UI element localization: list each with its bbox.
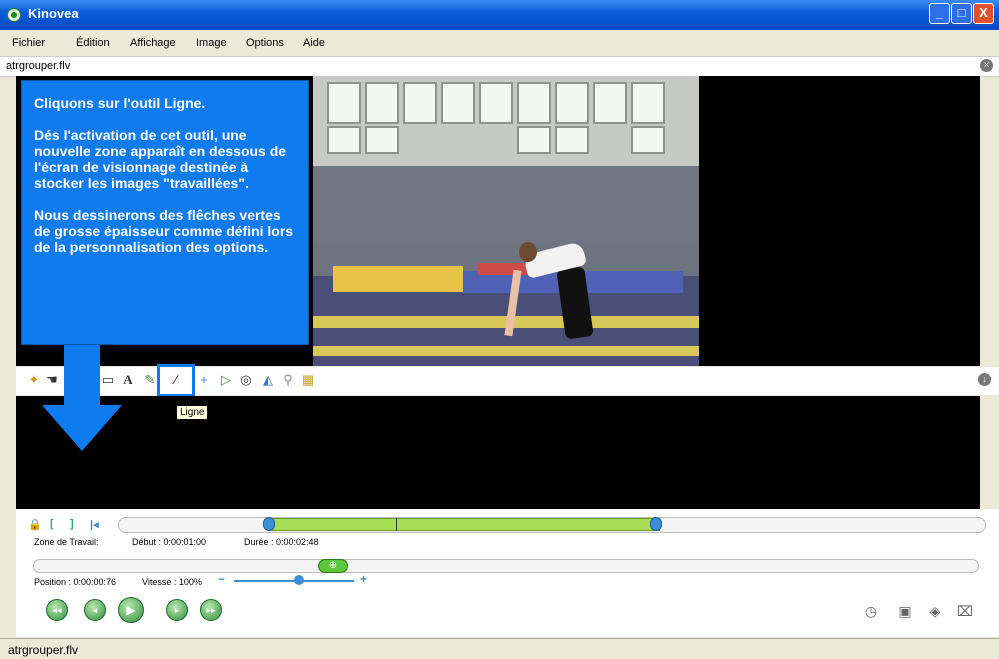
- speed-readout: Vitesse : 100%: [142, 577, 202, 587]
- key-images-panel[interactable]: [16, 396, 980, 509]
- yellow-mat: [333, 266, 463, 292]
- work-zone-cursor: [396, 518, 397, 531]
- lock-icon[interactable]: 🔒: [28, 518, 42, 531]
- work-zone-start-handle[interactable]: [263, 517, 275, 531]
- video-export-icon[interactable]: ◈: [926, 602, 944, 620]
- last-frame-icon[interactable]: ▸▸: [200, 599, 222, 621]
- close-file-icon[interactable]: ×: [980, 59, 993, 72]
- text-icon[interactable]: A: [120, 372, 136, 388]
- key-image-icon[interactable]: ✦: [26, 372, 42, 388]
- window-title: Kinovea: [28, 6, 79, 21]
- menu-options[interactable]: Options: [246, 37, 284, 49]
- work-zone-end-handle[interactable]: [650, 517, 662, 531]
- tutorial-callout: Cliquons sur l'outil Ligne. Dés l'activa…: [21, 80, 309, 345]
- title-bar: Kinovea _ □ X: [0, 0, 999, 30]
- menu-affichage[interactable]: Affichage: [130, 37, 176, 49]
- line-tooltip: Ligne: [176, 405, 209, 420]
- gym-window: [365, 126, 399, 154]
- file-tab-bar: atrgrouper.flv ×: [0, 56, 999, 77]
- speed-minus-icon[interactable]: −: [218, 572, 225, 586]
- position-readout: Position : 0:00:00:76: [34, 577, 117, 587]
- callout-line-3: Nous dessinerons des flêches vertes de g…: [34, 207, 294, 255]
- gym-window: [327, 126, 361, 154]
- next-frame-icon[interactable]: ▸: [166, 599, 188, 621]
- previous-frame-icon[interactable]: ◂: [84, 599, 106, 621]
- gym-window: [631, 82, 665, 124]
- play-icon[interactable]: ▶: [118, 597, 144, 623]
- gym-window: [327, 82, 361, 124]
- gym-window: [441, 82, 475, 124]
- expand-panel-icon[interactable]: ↓: [978, 373, 991, 386]
- magnifier-icon[interactable]: ⚲: [280, 372, 296, 388]
- callout-line-1: Cliquons sur l'outil Ligne.: [34, 95, 206, 111]
- tutorial-arrow-shaft: [64, 345, 100, 407]
- menu-image[interactable]: Image: [196, 37, 227, 49]
- gym-window: [403, 82, 437, 124]
- pencil-icon[interactable]: ▭: [100, 372, 116, 388]
- kinovea-app-icon: [7, 8, 21, 22]
- start-time: Début : 0:00:01:00: [132, 537, 207, 547]
- snapshot-icon[interactable]: ▣: [896, 602, 914, 620]
- status-bar: atrgrouper.flv: [0, 638, 999, 659]
- drawing-toolbar: ✦ ☚ ▭ A ✎ ⁄ + ▷ ◎ ◭ ⚲ ▦ ↓: [16, 364, 999, 397]
- marker-icon[interactable]: ✎: [142, 372, 158, 388]
- gym-window: [517, 126, 551, 154]
- gym-wall-lower: [313, 166, 699, 246]
- gym-window: [479, 82, 513, 124]
- sync-icon[interactable]: ◷: [862, 602, 880, 620]
- position-thumb[interactable]: ⊕: [318, 559, 348, 573]
- gymnast-head: [519, 242, 537, 262]
- gym-window: [555, 126, 589, 154]
- menu-aide[interactable]: Aide: [303, 37, 325, 49]
- menu-edition[interactable]: Édition: [76, 37, 110, 49]
- speed-slider-thumb[interactable]: [294, 575, 304, 585]
- video-frame: [313, 76, 699, 366]
- gym-window: [555, 82, 589, 124]
- circle-icon[interactable]: ◎: [238, 372, 254, 388]
- set-start-icon[interactable]: [: [50, 518, 54, 530]
- cross-icon[interactable]: +: [196, 372, 212, 388]
- presentation-icon[interactable]: ⌧: [956, 602, 974, 620]
- status-filename: atrgrouper.flv: [8, 643, 79, 657]
- first-frame-icon[interactable]: ◂◂: [46, 599, 68, 621]
- tutorial-arrow-head: [42, 405, 122, 451]
- floor-stripe: [313, 346, 699, 356]
- work-zone-selection[interactable]: [268, 518, 660, 531]
- gym-window: [365, 82, 399, 124]
- color-palette-icon[interactable]: ▦: [300, 372, 316, 388]
- file-tab-name: atrgrouper.flv: [6, 60, 71, 72]
- maximize-button[interactable]: □: [951, 3, 972, 24]
- gym-window: [517, 82, 551, 124]
- menu-fichier[interactable]: Fichier: [12, 37, 45, 49]
- angle-icon[interactable]: ▷: [218, 372, 234, 388]
- grid-icon[interactable]: ◭: [260, 372, 276, 388]
- gym-window: [593, 82, 627, 124]
- speed-plus-icon[interactable]: +: [360, 572, 367, 586]
- gym-window: [631, 126, 665, 154]
- work-zone-label: Zone de Travail:: [34, 537, 99, 547]
- duration: Durée : 0:00:02:48: [244, 537, 319, 547]
- go-to-start-icon[interactable]: |◂: [90, 518, 99, 531]
- callout-line-2: Dés l'activation de cet outil, une nouve…: [34, 127, 287, 191]
- line-tool-highlight: [157, 364, 195, 397]
- set-end-icon[interactable]: ]: [70, 518, 74, 530]
- minimize-button[interactable]: _: [929, 3, 950, 24]
- menu-bar: Fichier Édition Affichage Image Options …: [0, 31, 999, 55]
- hand-icon[interactable]: ☚: [44, 372, 60, 388]
- position-track[interactable]: [33, 559, 979, 573]
- close-button[interactable]: X: [973, 3, 994, 24]
